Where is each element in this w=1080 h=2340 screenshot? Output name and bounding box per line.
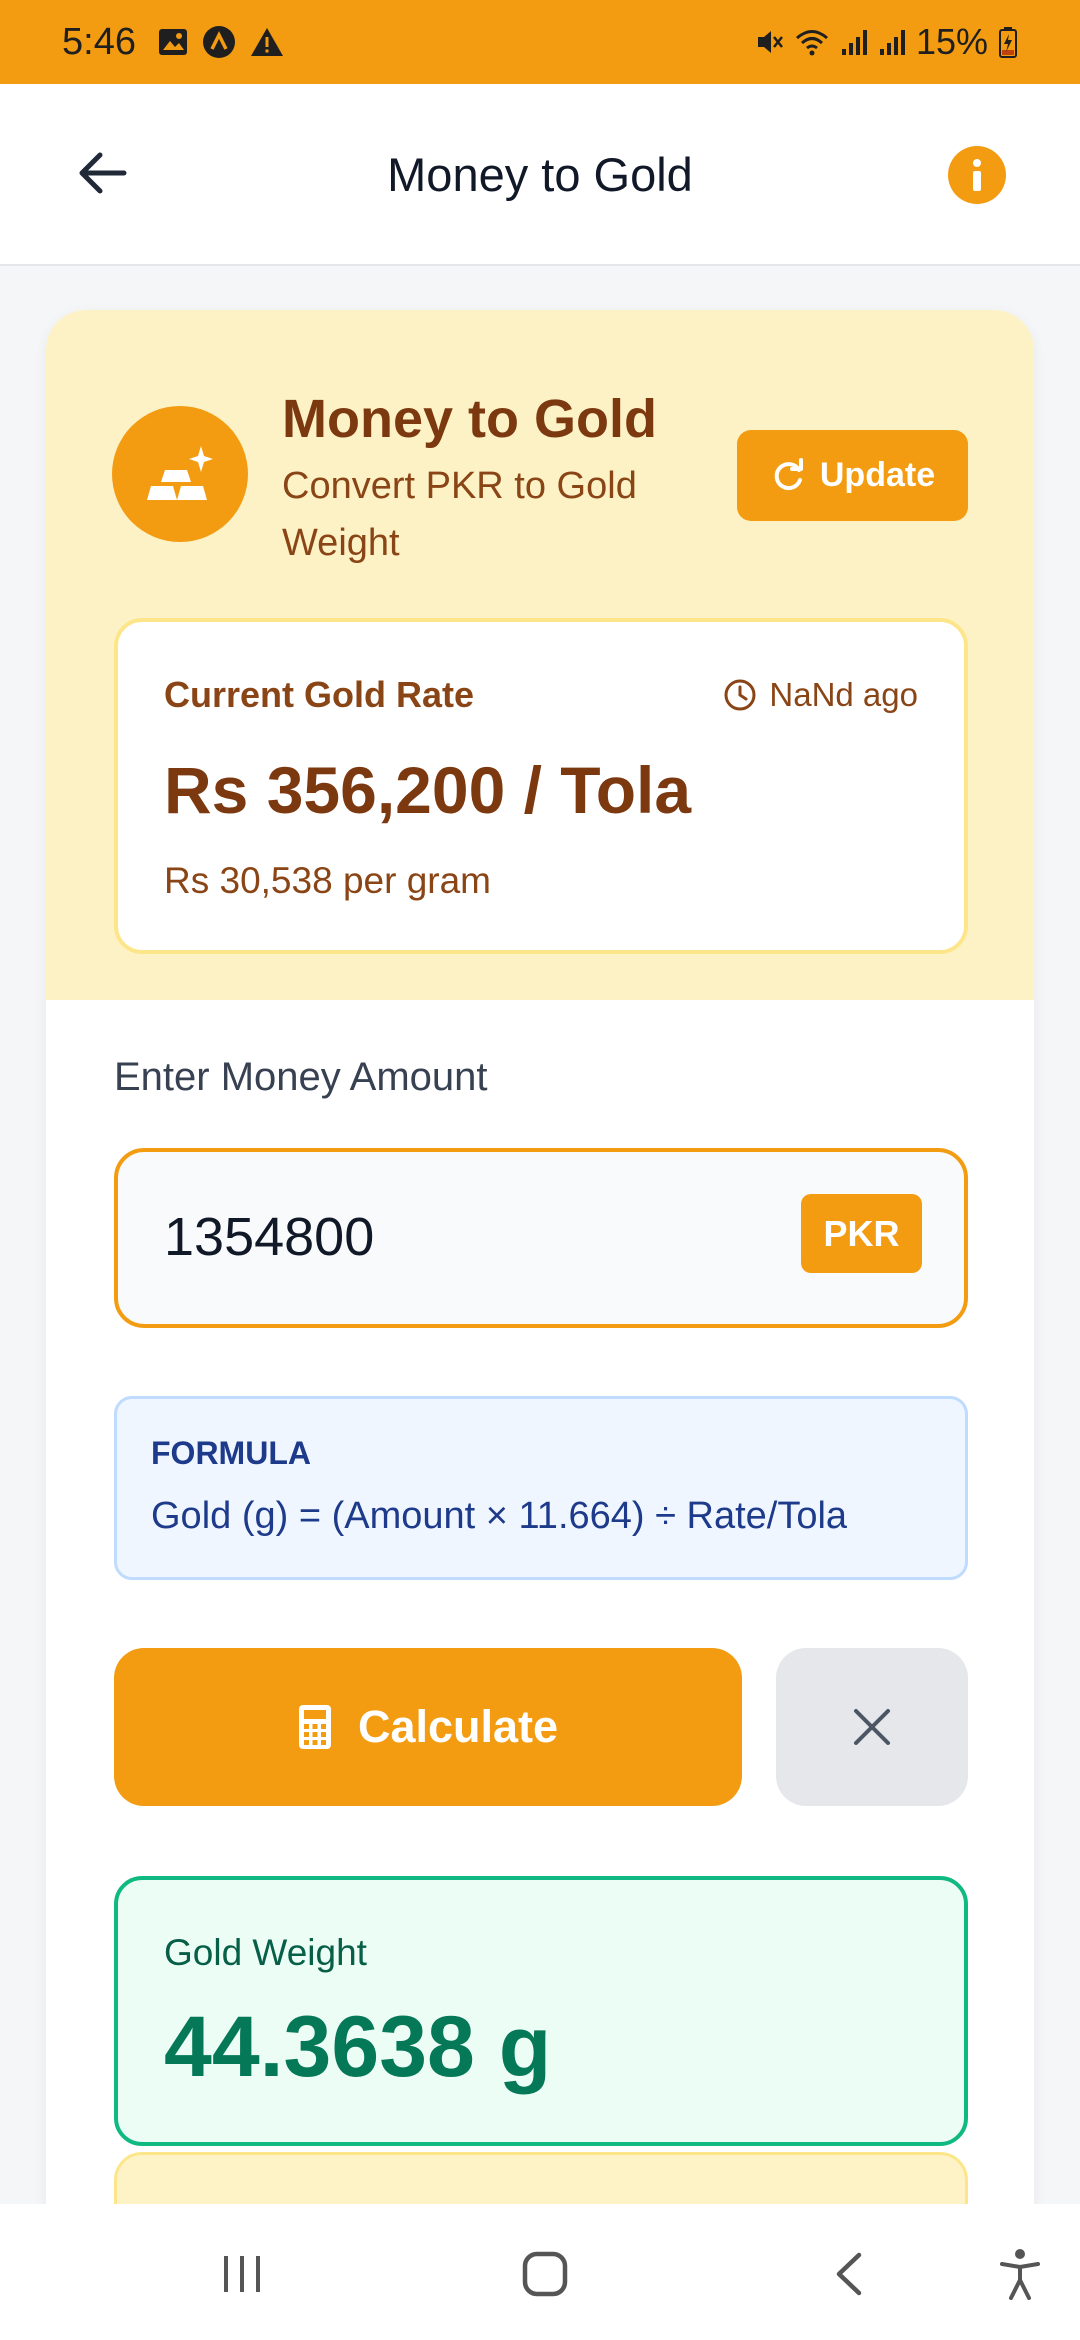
converter-header: Money to Gold Convert PKR to Gold Weight…	[46, 310, 1034, 1000]
image-icon	[158, 29, 187, 55]
info-icon	[973, 159, 981, 191]
rate-label: Current Gold Rate	[164, 674, 475, 715]
battery-percent: 15%	[915, 21, 988, 62]
amount-label: Enter Money Amount	[114, 1055, 488, 1099]
close-icon	[854, 1709, 890, 1745]
wifi-icon	[795, 30, 828, 56]
signal-icon	[879, 30, 905, 55]
rate-updated-text: NaNd ago	[769, 676, 918, 713]
status-time: 5:46	[62, 20, 136, 63]
refresh-icon	[774, 457, 803, 490]
home-icon	[522, 2251, 568, 2297]
result-label: Gold Weight	[164, 1932, 367, 1973]
system-nav-bar	[0, 2204, 1080, 2340]
calculate-button[interactable]: Calculate	[114, 1648, 742, 1806]
update-button-label: Update	[819, 456, 936, 494]
info-button[interactable]	[948, 146, 1006, 204]
status-system-icons: 15%	[754, 21, 1018, 63]
accessibility-icon	[1000, 2249, 1040, 2300]
page-title: Money to Gold	[387, 147, 693, 201]
result-value: 44.3638 g	[164, 1999, 552, 2095]
app-a-icon	[202, 26, 235, 58]
converter-subtitle: Convert PKR to Gold Weight	[282, 465, 637, 564]
formula-text: Gold (g) = (Amount × 11.664) ÷ Rate/Tola	[151, 1495, 848, 1537]
app-bar: Money to Gold	[0, 84, 1080, 266]
rate-updated: NaNd ago	[723, 676, 918, 714]
mute-icon	[757, 31, 783, 53]
clear-button[interactable]	[776, 1648, 968, 1806]
accessibility-button[interactable]	[980, 2234, 1060, 2314]
status-bar: 5:46 15%	[0, 0, 1080, 84]
amount-value[interactable]: 1354800	[164, 1206, 374, 1268]
converter-card: Money to Gold Convert PKR to Gold Weight…	[46, 310, 1034, 2340]
converter-title: Money to Gold	[282, 389, 657, 449]
battery-charging-icon	[999, 27, 1017, 58]
signal-icon	[841, 30, 867, 55]
update-button[interactable]: Update	[737, 430, 968, 521]
status-notification-icons	[158, 25, 284, 59]
recent-apps-icon	[224, 2256, 260, 2292]
warning-icon	[250, 28, 283, 56]
amount-input[interactable]: 1354800 PKR	[114, 1148, 968, 1328]
gold-bars-icon	[147, 446, 213, 500]
calculate-label: Calculate	[357, 1701, 559, 1752]
back-button[interactable]	[72, 142, 134, 204]
recent-apps-button[interactable]	[203, 2234, 283, 2314]
rate-value: Rs 356,200 / Tola	[164, 753, 692, 827]
system-back-button[interactable]	[808, 2234, 888, 2314]
rate-per-gram: Rs 30,538 per gram	[164, 860, 492, 901]
back-icon	[836, 2252, 862, 2296]
home-button[interactable]	[505, 2234, 585, 2314]
result-box: Gold Weight 44.3638 g	[114, 1876, 968, 2146]
formula-box: FORMULA Gold (g) = (Amount × 11.664) ÷ R…	[114, 1396, 968, 1580]
currency-tag: PKR	[801, 1194, 922, 1273]
arrow-left-icon	[79, 152, 127, 194]
formula-label: FORMULA	[151, 1435, 311, 1471]
calculator-icon	[298, 1705, 331, 1749]
current-rate-box: Current Gold Rate NaNd ago Rs 356,200 / …	[114, 618, 968, 954]
gold-badge	[112, 406, 248, 542]
clock-icon	[724, 679, 756, 711]
